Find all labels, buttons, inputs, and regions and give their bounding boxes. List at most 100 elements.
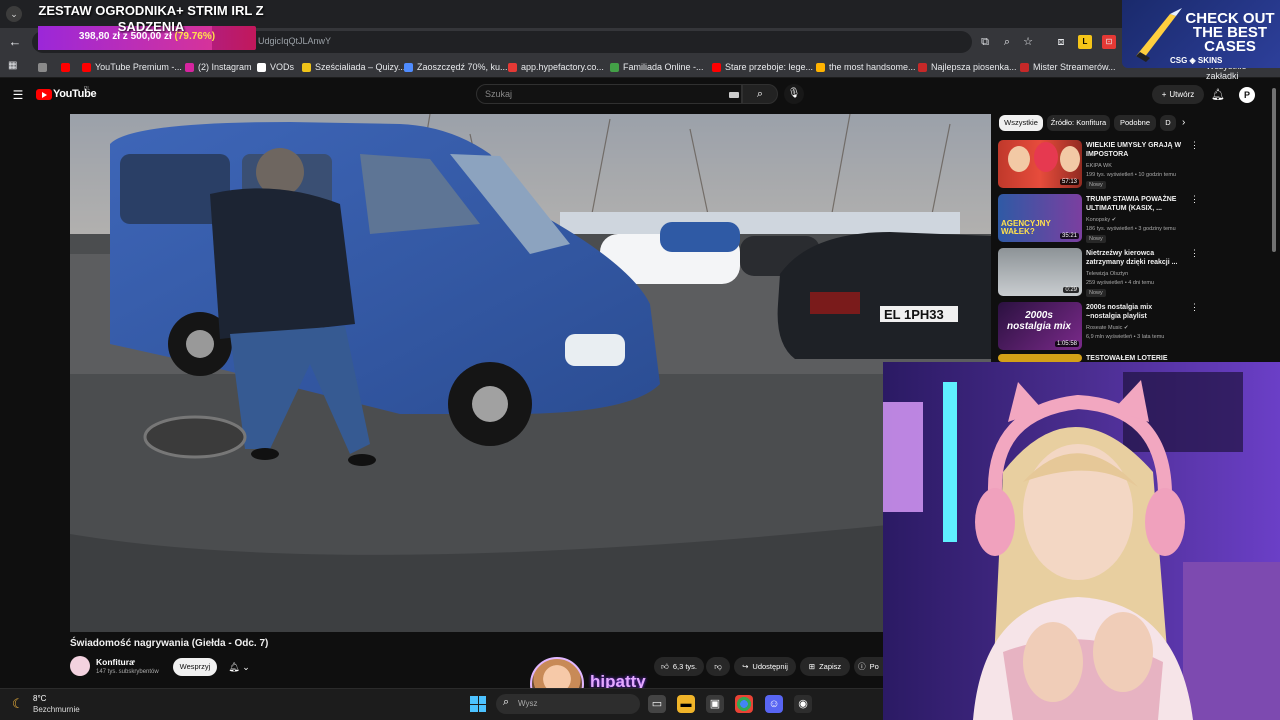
video-duration: 0:29 bbox=[1063, 287, 1079, 293]
video-duration: 57:13 bbox=[1059, 179, 1079, 185]
video-player[interactable]: EL 1PH33 bbox=[70, 114, 991, 632]
like-count: 6,3 tys. bbox=[672, 662, 698, 671]
recommendation-title[interactable]: 2000s nostalgia mix ~nostalgia playlist bbox=[1086, 303, 1186, 321]
account-avatar[interactable]: P bbox=[1239, 87, 1255, 103]
notifications-bell-icon[interactable]: 🔔︎ bbox=[1211, 88, 1225, 102]
recommendation-thumbnail[interactable]: AGENCYJNY WAŁEK? 35:21 bbox=[998, 194, 1082, 242]
chip-more[interactable]: D bbox=[1160, 115, 1176, 131]
install-app-icon[interactable]: ⧉ bbox=[978, 35, 992, 49]
bookmark-item[interactable]: Mister Streamerów... bbox=[1020, 60, 1116, 74]
bookmark-item[interactable]: Familiada Online -... bbox=[610, 60, 704, 74]
recommendation-thumbnail[interactable]: 2000s nostalgia mix 1:05:58 bbox=[998, 302, 1082, 350]
share-button[interactable]: ↪ Udostępnij bbox=[734, 657, 796, 676]
knife-graphic-icon bbox=[1136, 8, 1182, 62]
save-label: Zapisz bbox=[819, 662, 842, 671]
channel-avatar[interactable] bbox=[70, 656, 90, 676]
recommendation-channel[interactable]: EKIPA WK bbox=[1086, 162, 1112, 170]
create-label: Utwórz bbox=[1169, 90, 1195, 99]
bookmark-favicon-icon bbox=[712, 62, 721, 72]
bookmark-favicon-icon bbox=[38, 62, 47, 72]
store-icon[interactable]: ▣ bbox=[706, 695, 724, 713]
recommendation-title[interactable]: WIELKIE UMYSŁY GRAJĄ W IMPOSTORA bbox=[1086, 141, 1186, 159]
weather-condition[interactable]: Bezchmurnie bbox=[33, 705, 80, 714]
recommendation-channel[interactable]: Roseate Music ✔ bbox=[1086, 324, 1129, 332]
bookmark-label: Zaoszczędź 70%, ku... bbox=[417, 62, 508, 72]
chips-next-icon[interactable]: › bbox=[1182, 117, 1185, 128]
recommendation-meta: 186 tys. wyświetleń • 3 godziny temu bbox=[1086, 226, 1176, 232]
tab-search-icon[interactable]: ⌄ bbox=[6, 6, 22, 22]
bookmark-item[interactable]: the most handsome... bbox=[816, 60, 916, 74]
more-options-icon[interactable]: ⋮ bbox=[1190, 140, 1199, 151]
more-actions-label: Po bbox=[869, 662, 879, 671]
bookmark-favicon-icon bbox=[610, 62, 619, 72]
discord-icon[interactable]: ☺ bbox=[765, 695, 783, 713]
dislike-button[interactable]: 👎︎ bbox=[706, 657, 730, 676]
bookmark-label: app.hypefactory.co... bbox=[521, 62, 604, 72]
microphone-icon[interactable]: 🎙 bbox=[784, 84, 804, 104]
hamburger-menu-icon[interactable]: ☰ bbox=[11, 88, 25, 102]
recommendation-thumbnail[interactable] bbox=[998, 354, 1082, 362]
support-button[interactable]: Wesprzyj bbox=[173, 658, 217, 676]
bookmark-item[interactable]: app.hypefactory.co... bbox=[508, 60, 604, 74]
info-icon: ⓘ bbox=[858, 662, 866, 671]
bookmark-item[interactable]: Najlepsza piosenka... bbox=[918, 60, 1017, 74]
bookmark-star-icon[interactable]: ☆ bbox=[1021, 35, 1035, 49]
webcam-frame bbox=[883, 362, 1280, 720]
recommendation-thumbnail[interactable]: 0:29 bbox=[998, 248, 1082, 296]
back-button[interactable]: ← bbox=[6, 33, 24, 51]
taskbar-search-placeholder: Wysz bbox=[518, 699, 538, 708]
search-button[interactable]: ⌕ bbox=[742, 84, 778, 104]
bookmark-item[interactable]: YouTube Premium -... bbox=[82, 60, 182, 74]
more-options-icon[interactable]: ⋮ bbox=[1190, 248, 1199, 259]
recommendation-channel[interactable]: Konopsky ✔ bbox=[1086, 216, 1116, 224]
chrome-icon[interactable] bbox=[735, 695, 753, 713]
license-plate: EL 1PH33 bbox=[884, 307, 944, 322]
bookmark-favicon-icon bbox=[185, 62, 194, 72]
recommendation-title[interactable]: Nietrzeźwy kierowca zatrzymany dzięki re… bbox=[1086, 249, 1186, 267]
apps-grid-icon[interactable]: ▦ bbox=[8, 60, 17, 71]
chip-source[interactable]: Źródło: Konfitura bbox=[1047, 115, 1110, 131]
more-options-icon[interactable]: ⋮ bbox=[1190, 302, 1199, 313]
search-placeholder: Szukaj bbox=[485, 89, 513, 99]
bookmark-item[interactable] bbox=[61, 60, 74, 74]
more-options-icon[interactable]: ⋮ bbox=[1190, 194, 1199, 205]
more-actions-button[interactable]: ⓘ Po bbox=[854, 657, 883, 676]
bookmark-favicon-icon bbox=[302, 62, 311, 72]
taskbar-search-icon: ⌕ bbox=[503, 696, 510, 708]
obs-icon[interactable]: ◉ bbox=[794, 695, 812, 713]
extension-l-icon[interactable]: L bbox=[1078, 35, 1092, 49]
bookmark-label: VODs bbox=[270, 62, 295, 72]
like-button[interactable]: 👍︎ 6,3 tys. bbox=[654, 657, 704, 676]
extension-red-icon[interactable]: ⊡ bbox=[1102, 35, 1116, 49]
extension-icon[interactable]: ⧈ bbox=[1054, 35, 1068, 49]
search-input[interactable] bbox=[476, 84, 742, 104]
recommendation-thumbnail[interactable]: 57:13 bbox=[998, 140, 1082, 188]
task-view-icon[interactable]: ▭ bbox=[648, 695, 666, 713]
file-explorer-icon[interactable]: ▬ bbox=[677, 695, 695, 713]
bookmark-item[interactable]: VODs bbox=[257, 60, 294, 74]
create-button[interactable]: + Utwórz bbox=[1152, 85, 1204, 104]
channel-name[interactable]: Konfitura bbox=[96, 657, 134, 667]
bookmark-item[interactable]: Sześcialiada – Quizy... bbox=[302, 60, 405, 74]
windows-start-icon[interactable] bbox=[470, 696, 486, 712]
chip-all[interactable]: Wszystkie bbox=[999, 115, 1043, 131]
recommendation-title[interactable]: TRUMP STAWIA POWAŻNE ULTIMATUM (KASIX, .… bbox=[1086, 195, 1186, 213]
bookmark-favicon-icon bbox=[257, 62, 266, 72]
keyboard-icon[interactable] bbox=[729, 92, 739, 98]
recommendation-channel[interactable]: Telewizja Olsztyn bbox=[1086, 270, 1128, 278]
sponsor-brand: CSG ◈ SKINS bbox=[1170, 56, 1223, 65]
bookmark-item[interactable]: (2) Instagram bbox=[185, 60, 252, 74]
zoom-icon[interactable]: ⌕ bbox=[1000, 35, 1014, 49]
page-scrollbar[interactable] bbox=[1272, 88, 1276, 252]
weather-moon-icon[interactable]: ☾ bbox=[12, 696, 24, 712]
goal-percent: (79.76%) bbox=[174, 31, 216, 42]
bookmark-item[interactable] bbox=[38, 60, 51, 74]
chip-similar[interactable]: Podobne bbox=[1114, 115, 1156, 131]
bookmark-label: Familiada Online -... bbox=[623, 62, 704, 72]
subscription-bell-icon[interactable]: 🔔︎ ⌄ bbox=[223, 658, 255, 676]
thumbs-down-icon: 👎︎ bbox=[714, 661, 722, 671]
bookmark-item[interactable]: Stare przeboje: lege... bbox=[712, 60, 813, 74]
bookmark-item[interactable]: Zaoszczędź 70%, ku... bbox=[404, 60, 508, 74]
save-button[interactable]: ⊞ Zapisz bbox=[800, 657, 850, 676]
weather-temperature[interactable]: 8°C bbox=[33, 694, 46, 703]
